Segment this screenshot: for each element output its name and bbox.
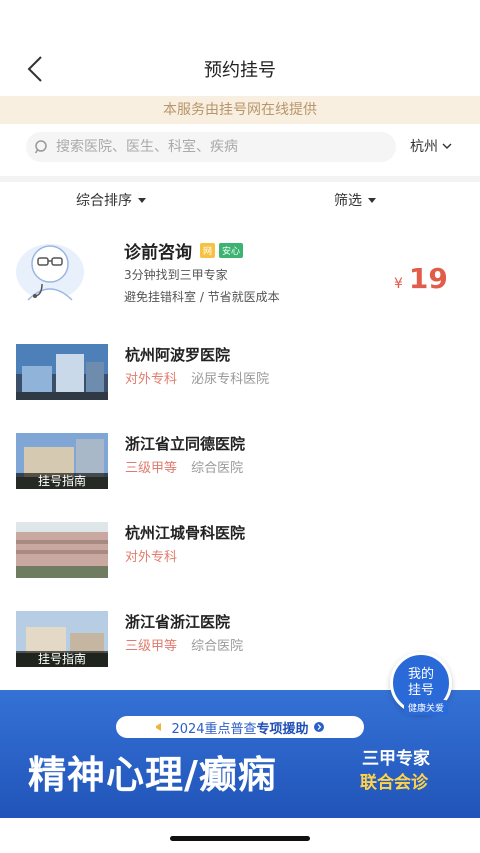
home-indicator[interactable] <box>170 836 310 841</box>
banner-pill-prefix: 2024重点普查 <box>171 721 257 737</box>
filter-label: 筛选 <box>334 193 362 209</box>
banner-sub-2: 联合会诊 <box>360 773 428 793</box>
banner-pill: 2024重点普查 专项援助 <box>116 716 364 738</box>
sort-comprehensive-label: 综合排序 <box>76 193 132 209</box>
price-value: 19 <box>408 262 448 295</box>
consult-price: ¥ 19 <box>394 262 448 295</box>
bottom-bar <box>0 818 480 853</box>
registration-guide-label: 挂号指南 <box>16 473 108 489</box>
search-box[interactable] <box>26 132 396 162</box>
hospital-image: 挂号指南 <box>16 433 108 489</box>
doctor-avatar-icon <box>16 244 84 301</box>
hospital-item[interactable]: 杭州阿波罗医院 对外专科 泌尿专科医院 <box>0 344 480 416</box>
hospital-name: 杭州江城骨科医院 <box>125 524 246 542</box>
arrow-right-icon <box>313 722 324 732</box>
hospital-type: 综合医院 <box>191 639 244 654</box>
service-notice: 本服务由挂号网在线提供 <box>0 96 480 124</box>
dropdown-triangle-icon <box>138 197 146 203</box>
city-selector[interactable]: 杭州 <box>410 136 453 156</box>
consult-title: 诊前咨询 <box>124 243 192 263</box>
hospital-type: 泌尿专科医院 <box>191 372 270 387</box>
hospital-name: 杭州阿波罗医院 <box>125 346 231 364</box>
hospital-image <box>16 522 108 578</box>
sort-comprehensive-button[interactable]: 综合排序 <box>76 190 146 210</box>
hospital-tags: 三级甲等 综合医院 <box>125 635 243 654</box>
filter-button[interactable]: 筛选 <box>334 190 376 210</box>
navbar: 预约挂号 <box>0 0 480 96</box>
sort-bar: 综合排序 筛选 <box>0 190 480 216</box>
consult-subtitle-1: 3分钟找到三甲专家 <box>124 268 228 282</box>
hospital-name: 浙江省立同德医院 <box>125 435 246 453</box>
hospital-tags: 三级甲等 综合医院 <box>125 457 243 476</box>
hospital-type: 综合医院 <box>191 461 244 476</box>
fab-brand-label: 健康关爱 <box>404 700 449 715</box>
price-currency: ¥ <box>394 276 403 292</box>
banner-headline: 精神心理/癫痫 <box>28 753 277 797</box>
hospital-image: 挂号指南 <box>16 611 108 667</box>
search-row: 杭州 <box>0 130 480 166</box>
consult-title-row: 诊前咨询 网 安心 <box>124 238 244 263</box>
hospital-level: 三级甲等 <box>125 639 178 654</box>
registration-guide-label: 挂号指南 <box>16 651 108 667</box>
consult-card[interactable]: 诊前咨询 网 安心 3分钟找到三甲专家 避免挂错科室 / 节省就医成本 ¥ 19 <box>0 232 480 316</box>
banner-pill-highlight: 专项援助 <box>256 721 309 737</box>
section-divider <box>0 176 480 182</box>
hospital-item[interactable]: 挂号指南 浙江省立同德医院 三级甲等 综合医院 <box>0 433 480 505</box>
hospital-name: 浙江省浙江医院 <box>125 613 231 631</box>
hospital-tags: 对外专科 泌尿专科医院 <box>125 368 269 387</box>
fab-line-2: 挂号 <box>407 683 434 698</box>
hospital-level: 对外专科 <box>125 550 178 565</box>
page-title: 预约挂号 <box>204 60 276 81</box>
chevron-down-icon <box>442 143 452 149</box>
hospital-tags: 对外专科 <box>125 546 187 565</box>
search-icon <box>34 140 47 154</box>
hospital-image <box>16 344 108 400</box>
banner-sub-1: 三甲专家 <box>362 749 430 769</box>
consult-tag-safe: 安心 <box>219 243 244 258</box>
hospital-level: 三级甲等 <box>125 461 178 476</box>
fab-line-1: 我的 <box>407 667 434 682</box>
dropdown-triangle-icon <box>368 197 376 203</box>
hospital-item[interactable]: 杭州江城骨科医院 对外专科 <box>0 522 480 594</box>
consult-subtitle-2: 避免挂错科室 / 节省就医成本 <box>124 290 280 304</box>
search-input[interactable] <box>56 139 376 155</box>
hospital-level: 对外专科 <box>125 372 178 387</box>
megaphone-icon <box>156 723 162 731</box>
city-label: 杭州 <box>410 139 438 155</box>
consult-tag-web: 网 <box>200 243 216 258</box>
